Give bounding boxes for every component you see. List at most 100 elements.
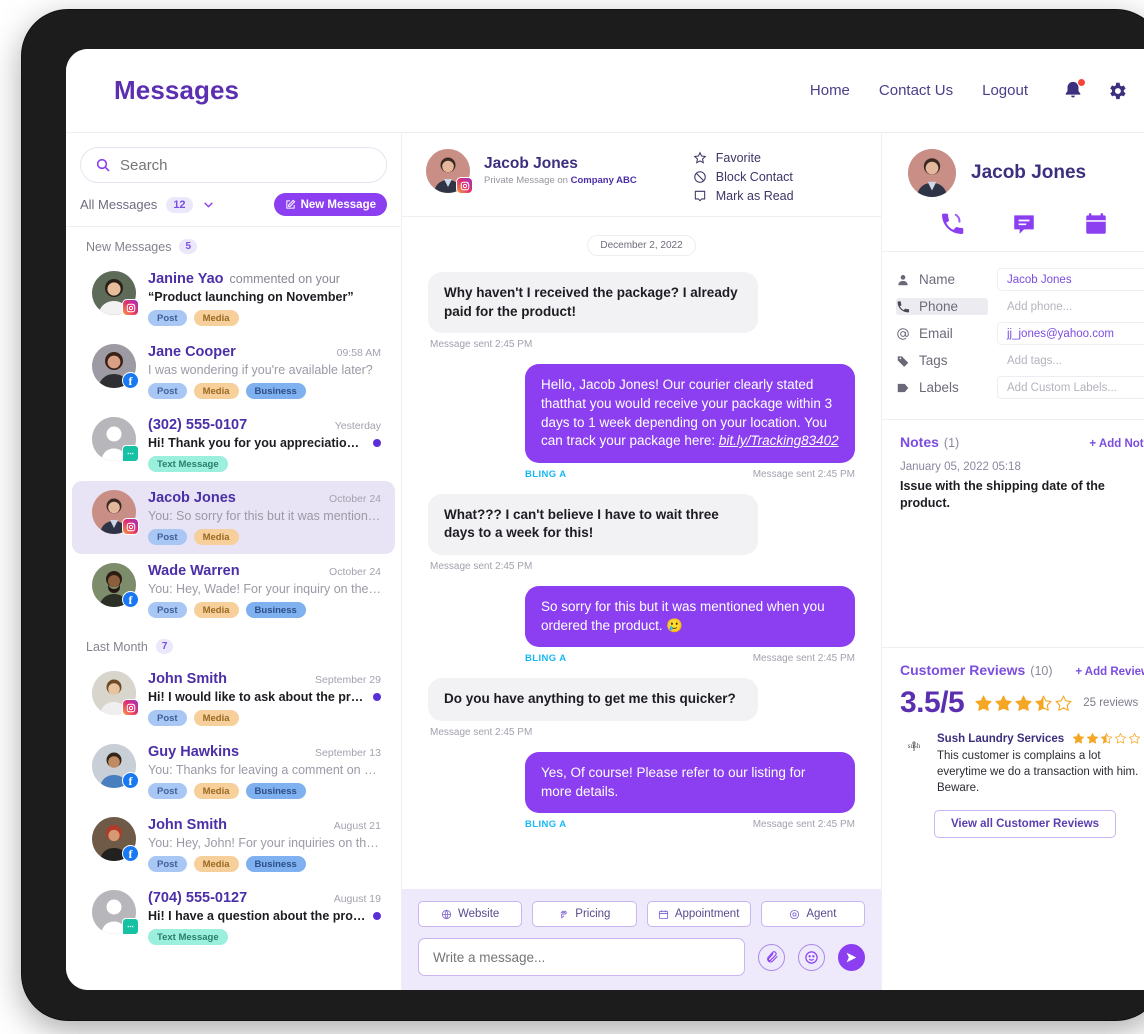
new-message-button[interactable]: New Message: [273, 193, 387, 216]
call-icon[interactable]: [939, 211, 965, 237]
message-timestamp: Message sent 2:45 PM: [430, 339, 533, 351]
conversation-snippet: “Product launching on November”: [148, 290, 354, 304]
new-message-label: New Message: [300, 198, 376, 211]
add-review-button[interactable]: + Add Review: [1075, 666, 1144, 678]
conversation-time: August 21: [333, 820, 381, 832]
view-all-reviews-button[interactable]: View all Customer Reviews: [933, 810, 1117, 839]
conversation-item[interactable]: Jacob Jones October 24 You: So sorry for…: [72, 481, 395, 554]
field-value[interactable]: Add tags...: [997, 349, 1144, 372]
conversation-item[interactable]: f Jane Cooper 09:58 AM I was wondering i…: [72, 335, 395, 408]
tag-badge: Media: [193, 383, 239, 399]
conversation-avatar: [92, 271, 139, 316]
conversation-item[interactable]: Janine Yao commented on your “Product la…: [72, 262, 395, 335]
message-thread[interactable]: December 2, 2022 Why haven't I received …: [402, 217, 881, 889]
conversation-body: (704) 555-0127 August 19 Hi! I have a qu…: [148, 890, 381, 945]
sms-badge-icon: [122, 918, 139, 935]
reviews-title: Customer Reviews: [900, 662, 1026, 678]
message-bubble: Hello, Jacob Jones! Our courier clearly …: [525, 364, 855, 463]
quick-action-agent[interactable]: Agent: [760, 901, 865, 927]
star-icon: [693, 151, 707, 165]
field-value[interactable]: Jacob Jones: [997, 268, 1144, 291]
facebook-badge-icon: f: [122, 845, 139, 862]
field-label: Tags: [896, 353, 988, 368]
compose-icon: [285, 199, 296, 210]
field-label-text: Name: [919, 272, 956, 287]
attach-icon[interactable]: [758, 943, 785, 971]
unread-dot: [373, 693, 381, 701]
reviews-count: (10): [1030, 664, 1053, 678]
conversation-avatar: [92, 490, 139, 535]
send-icon[interactable]: [838, 943, 865, 971]
bell-icon[interactable]: [1062, 77, 1086, 102]
search-input[interactable]: [120, 156, 372, 174]
person-icon: [896, 273, 910, 287]
star-icon: [1035, 695, 1052, 711]
quick-action-website[interactable]: Website: [418, 901, 523, 927]
conversation-list[interactable]: New Messages 5 Janine Yao commented on y…: [66, 227, 401, 990]
composer-input-row: [418, 938, 865, 976]
conversation-item[interactable]: (704) 555-0127 August 19 Hi! I have a qu…: [72, 881, 395, 954]
mark-as-read-action[interactable]: Mark as Read: [693, 189, 794, 203]
chevron-down-icon[interactable]: [202, 198, 215, 211]
quick-action-pricing[interactable]: Pricing: [532, 901, 637, 927]
conversation-item[interactable]: (302) 555-0107 Yesterday Hi! Thank you f…: [72, 408, 395, 481]
globe-icon: [441, 909, 452, 920]
group-count: 5: [179, 239, 198, 254]
reviewer-logo: sush: [900, 732, 928, 760]
tracking-link[interactable]: bit.ly/Tracking83402: [719, 433, 839, 448]
nav-item-contact-us[interactable]: Contact Us: [879, 82, 953, 99]
message-input[interactable]: [418, 938, 745, 976]
tag-badge: Post: [148, 710, 187, 726]
review-item: sush Sush Laundry Services: [900, 732, 1144, 796]
instagram-badge-icon: [456, 177, 473, 194]
quick-action-appointment[interactable]: Appointment: [646, 901, 751, 927]
conversation-name: (704) 555-0127: [148, 890, 248, 906]
message-icon[interactable]: [1011, 211, 1037, 237]
tag-badge: Media: [193, 529, 239, 545]
conversation-top-row: Janine Yao commented on your: [148, 271, 381, 287]
star-icon: [1055, 695, 1072, 711]
conversation-time: 09:58 AM: [336, 347, 381, 359]
conversation-body: (302) 555-0107 Yesterday Hi! Thank you f…: [148, 417, 381, 472]
tag-badge: Post: [148, 310, 187, 326]
block-contact-label: Block Contact: [715, 170, 793, 184]
group-title: Last Month: [86, 639, 148, 654]
field-label-text: Labels: [919, 380, 959, 395]
top-navigation: Home Contact Us Logout: [810, 82, 1028, 99]
conversation-item[interactable]: f Guy Hawkins September 13 You: Thanks f…: [72, 735, 395, 808]
conversation-item[interactable]: f Wade Warren October 24 You: Hey, Wade!…: [72, 554, 395, 627]
add-note-button[interactable]: + Add Note: [1089, 438, 1144, 450]
favorite-action[interactable]: Favorite: [693, 151, 794, 165]
message-list: Why haven't I received the package? I al…: [428, 272, 855, 830]
calendar-icon[interactable]: [1083, 211, 1109, 237]
notes-title: Notes: [900, 434, 939, 450]
conversation-item[interactable]: John Smith September 29 Hi! I would like…: [72, 662, 395, 735]
message-row: Do you have anything to get me this quic…: [428, 678, 855, 738]
field-value[interactable]: Add phone...: [997, 295, 1144, 318]
message-timestamp: Message sent 2:45 PM: [752, 819, 855, 831]
tag-badge: Media: [193, 710, 239, 726]
conversation-time: October 24: [329, 493, 381, 505]
star-icon: [1115, 733, 1127, 744]
emoji-icon[interactable]: [798, 943, 825, 971]
conversation-top-row: Wade Warren October 24: [148, 563, 381, 579]
message-row: So sorry for this but it was mentioned w…: [428, 586, 855, 664]
field-value[interactable]: jj_jones@yahoo.com: [997, 322, 1144, 345]
facebook-badge-icon: f: [122, 772, 139, 789]
app-header: Messages Home Contact Us Logout: [66, 49, 1144, 133]
gear-icon[interactable]: [1106, 80, 1128, 102]
tag-badge: Post: [148, 602, 187, 618]
nav-item-logout[interactable]: Logout: [982, 82, 1028, 99]
block-icon: [693, 170, 707, 184]
field-value[interactable]: Add Custom Labels...: [997, 376, 1144, 399]
conversation-snippet: Hi! Thank you for you appreciation last …: [148, 436, 381, 450]
search-box[interactable]: [80, 147, 387, 183]
filter-label[interactable]: All Messages: [80, 197, 157, 212]
review-score: 3.5/5: [900, 686, 965, 719]
block-contact-action[interactable]: Block Contact: [693, 170, 794, 184]
nav-item-home[interactable]: Home: [810, 82, 850, 99]
conversation-item[interactable]: f John Smith August 21 You: Hey, John! F…: [72, 808, 395, 881]
group-title: New Messages: [86, 239, 172, 254]
message-filter-row: All Messages 12 New Message: [66, 183, 401, 227]
contact-details-panel: Jacob Jones Name Jacob Jones Phone Add p…: [882, 133, 1144, 990]
